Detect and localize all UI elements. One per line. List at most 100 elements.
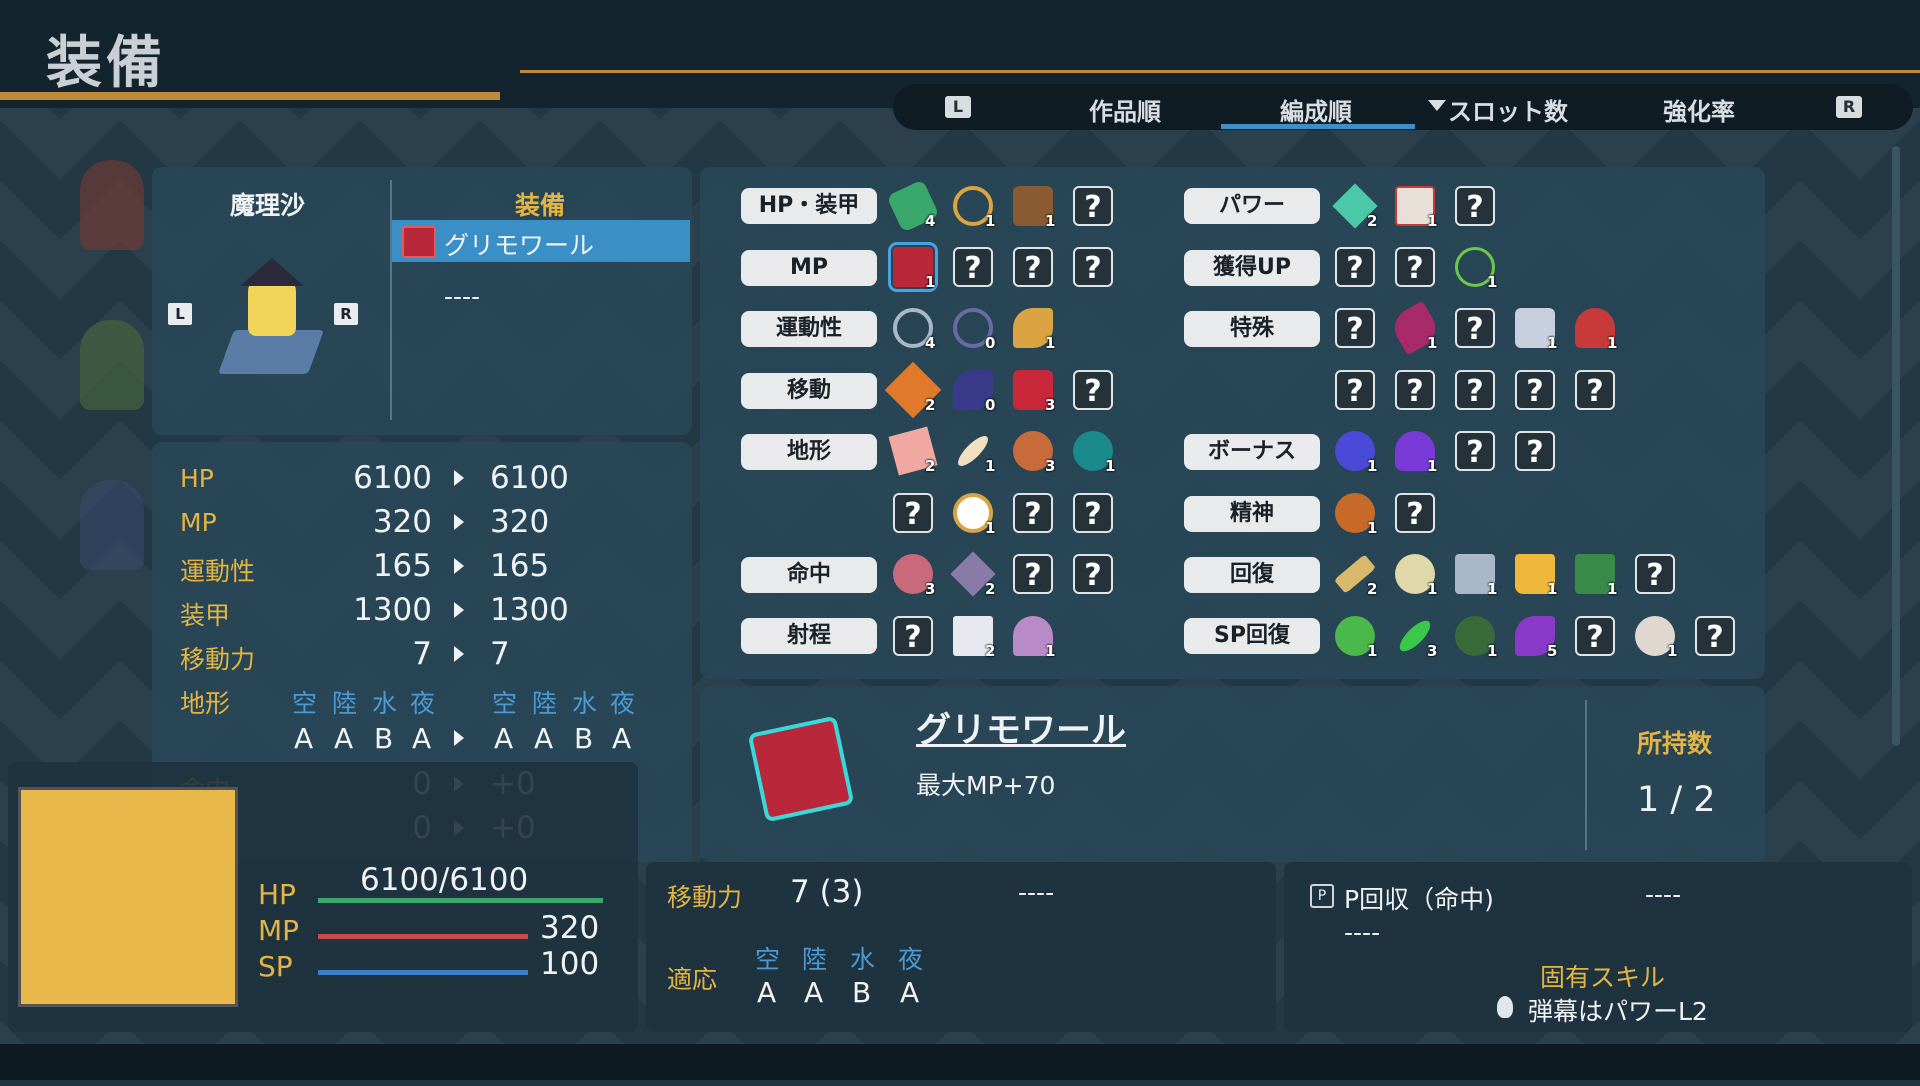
key-l-icon[interactable]: L (168, 303, 192, 325)
unknown-item-slot[interactable]: ? (1335, 247, 1375, 287)
sp-label: SP (258, 950, 293, 983)
arrow-right-icon (454, 646, 464, 662)
tab-sort-enhance[interactable]: 強化率 (1663, 92, 1735, 127)
stat-label-hp: HP (180, 464, 214, 493)
stat-label-armor: 装甲 (180, 601, 231, 630)
unknown-item-slot[interactable]: ? (1395, 247, 1435, 287)
sp-bar (318, 970, 528, 975)
unknown-item-slot[interactable]: ? (1013, 493, 1053, 533)
terrain-after-air: A (494, 722, 514, 755)
sort-key-left[interactable]: L (945, 96, 971, 118)
tab-sort-slots[interactable]: スロット数 (1448, 92, 1568, 127)
arrow-right-icon (454, 558, 464, 574)
character-platform (217, 330, 325, 374)
hp-bar (318, 898, 603, 903)
adapt-val-water: B (852, 976, 872, 1009)
unit-sprite-1[interactable] (80, 160, 144, 250)
unknown-item-slot[interactable]: ? (1455, 431, 1495, 471)
unique-skill-label: 固有スキル (1540, 963, 1666, 992)
terrain-head-air: 空 (292, 689, 318, 718)
unit-sprite-3[interactable] (80, 480, 144, 570)
divider (390, 180, 392, 420)
equipped-item-name: グリモワール (444, 231, 595, 260)
flame-icon (1497, 996, 1513, 1018)
category-hp-armor[interactable]: HP・装甲 (741, 188, 877, 224)
skill-dash: ---- (1344, 918, 1381, 947)
unknown-item-slot[interactable]: ? (1013, 554, 1053, 594)
unknown-item-slot[interactable]: ? (1515, 431, 1555, 471)
unknown-item-slot[interactable]: ? (1073, 186, 1113, 226)
stat-armor-after: 1300 (490, 592, 569, 628)
p-icon: P (1310, 884, 1334, 908)
category-terrain[interactable]: 地形 (741, 434, 877, 470)
unknown-item-slot[interactable]: ? (1073, 493, 1113, 533)
terrain-before-air: A (294, 722, 314, 755)
adapt-head-night: 夜 (898, 945, 924, 974)
hp-label: HP (258, 878, 296, 911)
category-mobility[interactable]: 運動性 (741, 311, 877, 347)
footer-bar (0, 1044, 1920, 1080)
unknown-item-slot[interactable]: ? (1695, 616, 1735, 656)
skill-dash: ---- (1645, 880, 1682, 909)
stat-hp-after: 6100 (490, 460, 569, 496)
unknown-item-slot[interactable]: ? (1575, 370, 1615, 410)
adapt-head-water: 水 (850, 945, 876, 974)
terrain-before-water: B (374, 722, 394, 755)
detail-item-effect: 最大MP+70 (916, 771, 1056, 800)
terrain-head-air: 空 (492, 689, 518, 718)
adapt-label: 適応 (667, 965, 718, 994)
hp-value: 6100/6100 (360, 862, 529, 898)
unique-skill-value: 弾幕はパワーL2 (1528, 997, 1708, 1026)
terrain-head-water: 水 (572, 689, 598, 718)
unknown-item-slot[interactable]: ? (1515, 370, 1555, 410)
tab-sort-formation[interactable]: 編成順 (1280, 92, 1352, 127)
sort-key-right[interactable]: R (1836, 96, 1862, 118)
sp-value: 100 (540, 946, 600, 982)
terrain-head-land: 陸 (332, 689, 358, 718)
item-detail-panel (700, 686, 1765, 862)
unknown-item-slot[interactable]: ? (1635, 554, 1675, 594)
unknown-item-slot[interactable]: ? (1073, 247, 1113, 287)
key-r-icon[interactable]: R (334, 303, 358, 325)
category-mp[interactable]: MP (741, 250, 877, 286)
equip-slot-2[interactable]: ---- (444, 282, 480, 311)
tab-sort-series[interactable]: 作品順 (1089, 92, 1161, 127)
active-tab-underline (1221, 124, 1415, 129)
terrain-head-night: 夜 (410, 689, 436, 718)
move-label: 移動力 (667, 883, 743, 912)
arrow-right-icon (454, 602, 464, 618)
category-range[interactable]: 射程 (741, 618, 877, 654)
unknown-item-slot[interactable]: ? (1013, 247, 1053, 287)
scrollbar[interactable] (1892, 146, 1900, 746)
terrain-head-land: 陸 (532, 689, 558, 718)
unknown-item-slot[interactable]: ? (1073, 370, 1113, 410)
unit-sprite-2[interactable] (80, 320, 144, 410)
skill-p-recover: P回収（命中) (1344, 885, 1494, 914)
category-hit[interactable]: 命中 (741, 557, 877, 593)
unknown-item-slot[interactable]: ? (953, 247, 993, 287)
unknown-item-slot[interactable]: ? (1395, 370, 1435, 410)
owned-value: 1 / 2 (1637, 780, 1716, 820)
arrow-right-icon (454, 514, 464, 530)
unknown-item-slot[interactable]: ? (1455, 370, 1495, 410)
category-move[interactable]: 移動 (741, 373, 877, 409)
stat-mp-before: 320 (372, 504, 432, 540)
unknown-item-slot[interactable]: ? (1455, 308, 1495, 348)
unknown-item-slot[interactable]: ? (1455, 186, 1495, 226)
terrain-head-night: 夜 (610, 689, 636, 718)
character-portrait (18, 787, 238, 1007)
mp-label: MP (258, 914, 300, 947)
unknown-item-slot[interactable]: ? (1335, 370, 1375, 410)
unknown-item-slot[interactable]: ? (1335, 308, 1375, 348)
unknown-item-slot[interactable]: ? (1395, 493, 1435, 533)
unknown-item-slot[interactable]: ? (893, 493, 933, 533)
unknown-item-slot[interactable]: ? (1073, 554, 1113, 594)
divider (1585, 700, 1587, 850)
move-value: 7 (3) (790, 874, 864, 910)
mp-value: 320 (540, 910, 600, 946)
unknown-item-slot[interactable]: ? (893, 616, 933, 656)
chevron-down-icon[interactable] (1428, 100, 1446, 111)
adapt-val-land: A (804, 976, 824, 1009)
unknown-item-slot[interactable]: ? (1575, 616, 1615, 656)
terrain-before-night: A (412, 722, 432, 755)
